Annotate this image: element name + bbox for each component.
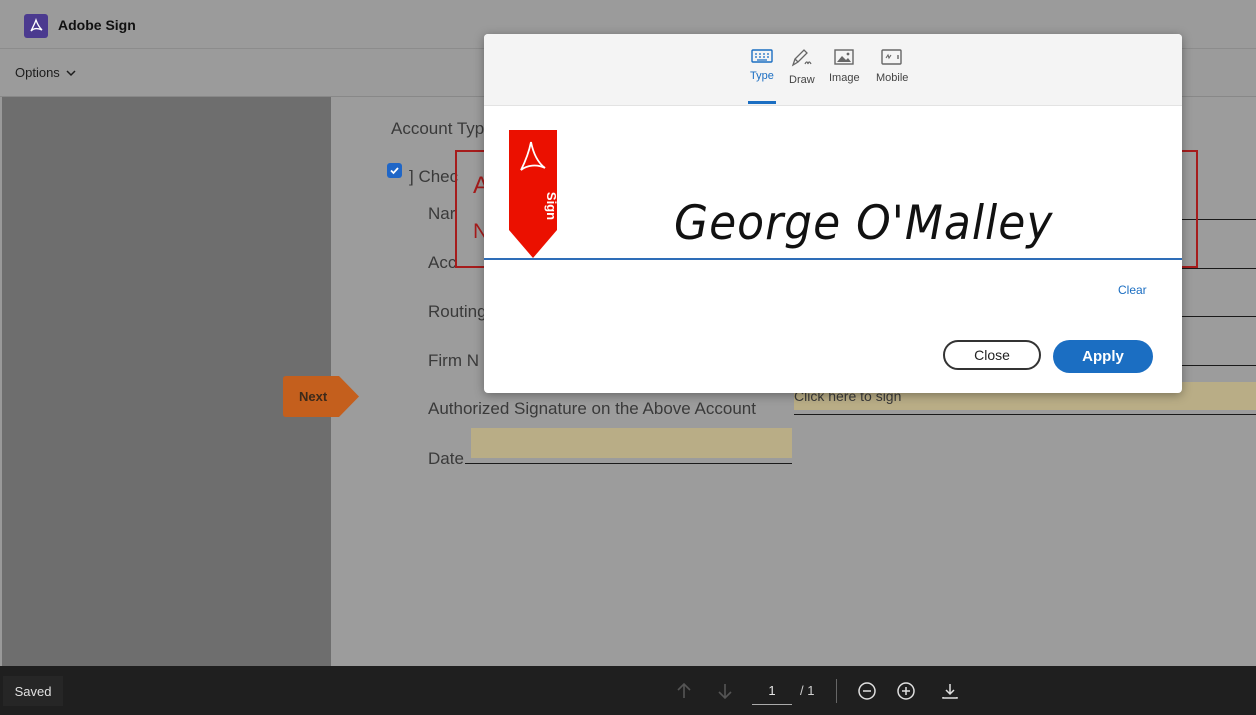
tab-image[interactable]: Image <box>829 48 860 104</box>
firm-name-label: Firm N <box>428 351 479 370</box>
tab-mobile-label: Mobile <box>876 72 909 84</box>
close-button[interactable]: Close <box>943 340 1041 370</box>
routing-underline <box>1182 316 1256 317</box>
routing-label: Routing <box>428 302 487 321</box>
prev-page-arrow-up-icon[interactable] <box>673 680 695 702</box>
saved-status: Saved <box>3 676 63 706</box>
tab-image-label: Image <box>829 72 860 84</box>
options-menu-button[interactable]: Options <box>15 65 76 80</box>
page-total: / 1 <box>800 683 815 698</box>
next-field-button[interactable]: Next <box>283 376 359 417</box>
bookmark-sign-text: Sign <box>544 192 557 220</box>
page-number-input[interactable]: 1 <box>752 683 792 705</box>
acrobat-logo-icon: Sign <box>509 130 559 258</box>
checkmark-icon <box>390 167 399 175</box>
footer-divider <box>836 679 837 703</box>
zoom-in-icon[interactable] <box>895 680 917 702</box>
signature-method-tabs: Type Draw Image Mobile <box>484 34 1182 106</box>
checkbox-label: ] Chec <box>409 167 459 186</box>
apply-button[interactable]: Apply <box>1053 340 1153 373</box>
adobe-sign-logo-icon <box>24 14 48 38</box>
tab-draw[interactable]: Draw <box>789 48 815 104</box>
account-type-checkbox[interactable] <box>387 163 402 178</box>
typed-signature: George O'Malley <box>674 196 1054 252</box>
next-label: Next <box>299 389 328 404</box>
pen-icon <box>791 49 812 67</box>
mobile-icon <box>881 49 902 65</box>
tab-type[interactable]: Type <box>748 48 776 104</box>
left-panel <box>2 97 331 666</box>
account-underline <box>1182 268 1256 269</box>
date-field[interactable] <box>471 428 792 458</box>
next-page-arrow-down-icon[interactable] <box>714 680 736 702</box>
sign-bookmark-badge: Sign <box>509 130 559 258</box>
keyboard-icon <box>751 49 773 63</box>
clear-signature-link[interactable]: Clear <box>1118 283 1147 297</box>
firm-underline <box>1182 365 1256 366</box>
app-title: Adobe Sign <box>58 17 136 33</box>
zoom-out-icon[interactable] <box>856 680 878 702</box>
name-label: Nar <box>428 204 456 223</box>
signature-dialog: Type Draw Image Mobile Sign George O'Mal… <box>484 34 1182 393</box>
tab-draw-label: Draw <box>789 74 815 86</box>
account-type-label: Account Typ <box>391 119 485 138</box>
footer-bar <box>0 666 1256 715</box>
account-label: Acc <box>428 253 457 272</box>
tab-type-label: Type <box>750 70 774 82</box>
date-label: Date <box>428 449 464 468</box>
authorized-signature-label: Authorized Signature on the Above Accoun… <box>428 399 756 418</box>
chevron-down-icon <box>66 69 76 76</box>
options-label: Options <box>15 65 60 80</box>
image-icon <box>834 49 854 65</box>
app-window: Adobe Sign Options Account Typ ] Chec Na… <box>0 0 1256 715</box>
signature-underline <box>794 414 1256 415</box>
date-underline <box>465 463 792 464</box>
tab-mobile[interactable]: Mobile <box>876 48 908 104</box>
download-icon[interactable] <box>939 680 961 702</box>
signature-baseline <box>484 258 1182 260</box>
